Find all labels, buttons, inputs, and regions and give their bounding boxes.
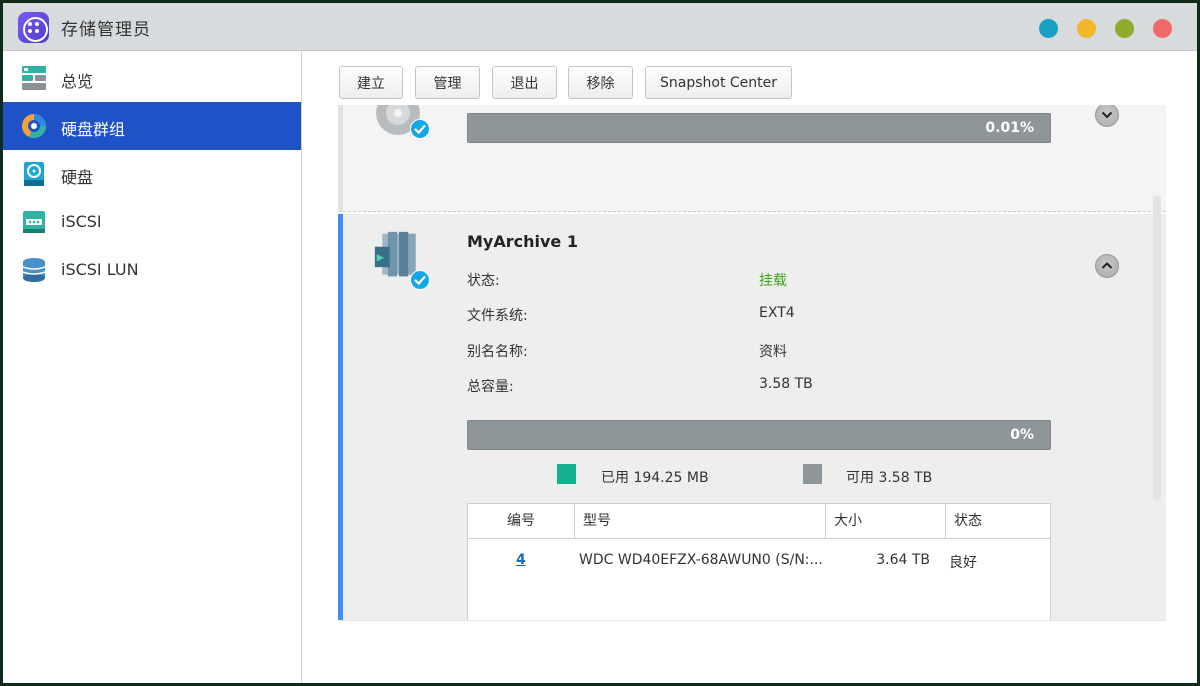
- sidebar-item-label: 硬盘: [61, 168, 94, 187]
- disk-size: 3.64 TB: [876, 552, 930, 568]
- alias-value: 资料: [759, 344, 787, 360]
- filesystem-label: 文件系统:: [467, 308, 528, 324]
- column-header-id[interactable]: 编号: [468, 504, 575, 539]
- healthy-check-icon: [410, 119, 430, 139]
- column-header-size[interactable]: 大小: [826, 504, 946, 539]
- hard-disk-icon: [24, 162, 44, 186]
- capacity-value: 3.58 TB: [759, 376, 813, 392]
- disk-id-link[interactable]: 4: [516, 552, 526, 568]
- status-value: 挂载: [759, 273, 787, 289]
- sidebar-item-overview[interactable]: 总览: [3, 54, 301, 102]
- free-legend-swatch: [803, 464, 822, 484]
- volume-name: MyArchive 1: [467, 232, 578, 251]
- remove-button[interactable]: 移除: [568, 66, 633, 99]
- chevron-up-icon: [1101, 262, 1113, 269]
- sidebar-item-iscsi-lun[interactable]: iSCSI LUN: [3, 246, 301, 294]
- usage-percent: 0.01%: [985, 120, 1034, 136]
- minimize-button[interactable]: [1077, 19, 1096, 38]
- create-button[interactable]: 建立: [339, 66, 403, 99]
- free-legend-label: 可用 3.58 TB: [846, 470, 933, 486]
- vertical-scrollbar[interactable]: [1153, 195, 1161, 501]
- main-panel: 建立 管理 退出 移除 Snapshot Center 0.01% MyArch…: [303, 51, 1197, 683]
- disk-model: WDC WD40EFZX-68AWUN0 (S/N:...: [579, 552, 823, 568]
- usage-progress-bar: 0.01%: [467, 113, 1051, 143]
- usage-progress-bar: 0%: [467, 420, 1051, 450]
- volume-list[interactable]: 0.01% MyArchive 1 状态: 挂载 文件系统: EXT4 别名名称…: [338, 105, 1166, 620]
- sidebar-item-iscsi[interactable]: iSCSI: [3, 198, 301, 246]
- disk-table: 编号 型号 大小 状态 4 WDC WD40EFZX-68AWUN0 (S/N:…: [467, 503, 1051, 620]
- collapse-button[interactable]: [1095, 254, 1119, 278]
- exit-button[interactable]: 退出: [492, 66, 557, 99]
- expand-button[interactable]: [1095, 105, 1119, 127]
- used-legend-swatch: [557, 464, 576, 484]
- iscsi-lun-icon: [22, 258, 46, 282]
- healthy-check-icon: [410, 270, 430, 290]
- manage-button[interactable]: 管理: [415, 66, 480, 99]
- sidebar-item-hard-disk[interactable]: 硬盘: [3, 150, 301, 198]
- window-title: 存储管理员: [61, 20, 151, 40]
- status-label: 状态:: [467, 273, 500, 289]
- disk-group-icon: [22, 114, 47, 139]
- usage-percent: 0%: [1010, 427, 1034, 443]
- column-header-state[interactable]: 状态: [946, 504, 1050, 539]
- sidebar-item-label: iSCSI LUN: [61, 260, 139, 279]
- volume-card[interactable]: 0.01%: [338, 105, 1166, 212]
- overview-icon: [22, 66, 46, 90]
- storage-manager-app-icon: [18, 12, 49, 43]
- sidebar-item-disk-group[interactable]: 硬盘群组: [3, 102, 301, 150]
- snapshot-center-button[interactable]: Snapshot Center: [645, 66, 792, 99]
- capacity-label: 总容量:: [467, 379, 514, 395]
- alias-label: 别名名称:: [467, 344, 528, 360]
- close-button[interactable]: [1153, 19, 1172, 38]
- sidebar-item-label: iSCSI: [61, 212, 102, 231]
- iscsi-icon: [23, 211, 45, 233]
- chevron-down-icon: [1101, 111, 1113, 119]
- column-header-model[interactable]: 型号: [575, 504, 826, 539]
- title-bar: 存储管理员: [3, 3, 1197, 51]
- sidebar: 总览 硬盘群组 硬盘 iSCSI iSCSI LUN: [3, 51, 302, 683]
- info-button[interactable]: [1039, 19, 1058, 38]
- list-bottom-divider: [338, 620, 1166, 621]
- filesystem-value: EXT4: [759, 305, 795, 321]
- sidebar-item-label: 总览: [61, 72, 94, 91]
- sidebar-item-label: 硬盘群组: [61, 120, 126, 139]
- disk-state: 良好: [949, 555, 977, 571]
- storage-manager-window: 存储管理员 总览 硬盘群组 硬盘 iSCSI iSCSI LUN 建立 管理 退…: [3, 3, 1197, 683]
- used-legend-label: 已用 194.25 MB: [601, 470, 709, 486]
- maximize-button[interactable]: [1115, 19, 1134, 38]
- volume-card-selected[interactable]: MyArchive 1 状态: 挂载 文件系统: EXT4 别名名称: 资料 总…: [338, 214, 1166, 620]
